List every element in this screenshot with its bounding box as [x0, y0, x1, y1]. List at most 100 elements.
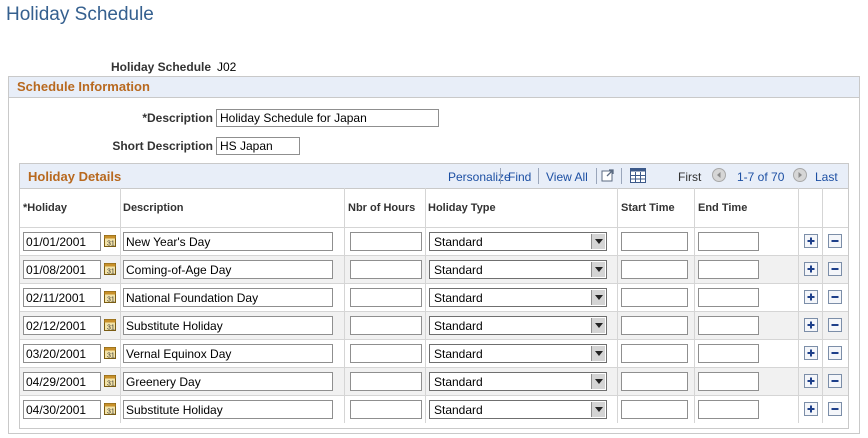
holiday-date-field[interactable]	[23, 400, 101, 419]
calendar-icon[interactable]: 31	[104, 234, 116, 248]
description-cell-field[interactable]	[123, 316, 333, 335]
column-header-end-time[interactable]: End Time	[698, 202, 747, 214]
holiday-type-select[interactable]: Standard	[429, 260, 607, 279]
nav-separator	[621, 168, 622, 184]
chevron-down-icon[interactable]	[591, 402, 605, 417]
end-time-field[interactable]	[698, 400, 759, 419]
chevron-down-icon[interactable]	[591, 318, 605, 333]
column-header-start-time[interactable]: Start Time	[621, 202, 675, 214]
calendar-icon[interactable]: 31	[104, 290, 116, 304]
view-all-link[interactable]: View All	[546, 170, 588, 184]
nbr-hours-field[interactable]	[350, 372, 422, 391]
plus-icon[interactable]	[804, 402, 818, 416]
minus-icon[interactable]	[828, 318, 842, 332]
chevron-down-icon[interactable]	[591, 234, 605, 249]
column-header-description[interactable]: Description	[123, 202, 184, 214]
row-divider	[694, 340, 695, 367]
start-time-field[interactable]	[621, 344, 688, 363]
column-header-holiday-type[interactable]: Holiday Type	[428, 202, 496, 214]
plus-icon[interactable]	[804, 374, 818, 388]
holiday-type-select[interactable]: Standard	[429, 372, 607, 391]
zoom-icon[interactable]	[601, 168, 615, 187]
nbr-hours-field[interactable]	[350, 232, 422, 251]
description-field[interactable]	[216, 109, 439, 127]
holiday-type-select[interactable]: Standard	[429, 288, 607, 307]
nbr-hours-field[interactable]	[350, 344, 422, 363]
minus-icon[interactable]	[828, 346, 842, 360]
holiday-date-field[interactable]	[23, 344, 101, 363]
holiday-type-select[interactable]: Standard	[429, 400, 607, 419]
end-time-field[interactable]	[698, 288, 759, 307]
holiday-type-value: Standard	[434, 291, 483, 305]
end-time-field[interactable]	[698, 344, 759, 363]
chevron-down-icon[interactable]	[591, 346, 605, 361]
column-divider	[344, 188, 345, 228]
column-divider	[694, 188, 695, 228]
nbr-hours-field[interactable]	[350, 288, 422, 307]
nbr-hours-field[interactable]	[350, 316, 422, 335]
plus-icon[interactable]	[804, 318, 818, 332]
end-time-field[interactable]	[698, 372, 759, 391]
description-cell-field[interactable]	[123, 260, 333, 279]
calendar-icon[interactable]: 31	[104, 402, 116, 416]
plus-icon[interactable]	[804, 262, 818, 276]
calendar-icon[interactable]: 31	[104, 318, 116, 332]
row-divider	[120, 368, 121, 395]
start-time-field[interactable]	[621, 288, 688, 307]
calendar-icon[interactable]: 31	[104, 262, 116, 276]
chevron-down-icon[interactable]	[591, 262, 605, 277]
holiday-type-select[interactable]: Standard	[429, 232, 607, 251]
plus-icon[interactable]	[804, 346, 818, 360]
row-divider	[425, 368, 426, 395]
holiday-type-value: Standard	[434, 375, 483, 389]
description-cell-field[interactable]	[123, 232, 333, 251]
left-arrow-icon[interactable]	[712, 168, 726, 182]
minus-icon[interactable]	[828, 402, 842, 416]
plus-icon[interactable]	[804, 234, 818, 248]
end-time-field[interactable]	[698, 260, 759, 279]
holiday-date-field[interactable]	[23, 316, 101, 335]
personalize-link[interactable]: Personalize	[448, 170, 511, 184]
column-header-holiday[interactable]: *Holiday	[23, 202, 67, 214]
last-link[interactable]: Last	[815, 170, 838, 184]
end-time-field[interactable]	[698, 232, 759, 251]
calendar-icon[interactable]: 31	[104, 346, 116, 360]
description-cell-field[interactable]	[123, 344, 333, 363]
spreadsheet-icon[interactable]	[630, 168, 646, 188]
description-cell-field[interactable]	[123, 400, 333, 419]
nbr-hours-field[interactable]	[350, 260, 422, 279]
column-header-nbr-hours[interactable]: Nbr of Hours	[348, 202, 415, 214]
holiday-date-field[interactable]	[23, 288, 101, 307]
start-time-field[interactable]	[621, 372, 688, 391]
description-cell-field[interactable]	[123, 288, 333, 307]
find-link[interactable]: Find	[508, 170, 531, 184]
minus-icon[interactable]	[828, 290, 842, 304]
start-time-field[interactable]	[621, 400, 688, 419]
end-time-field[interactable]	[698, 316, 759, 335]
holiday-date-field[interactable]	[23, 372, 101, 391]
start-time-field[interactable]	[621, 316, 688, 335]
svg-text:31: 31	[107, 353, 115, 360]
holiday-date-field[interactable]	[23, 232, 101, 251]
row-divider	[798, 228, 799, 255]
chevron-down-icon[interactable]	[591, 374, 605, 389]
minus-icon[interactable]	[828, 262, 842, 276]
row-divider	[694, 256, 695, 283]
nbr-hours-field[interactable]	[350, 400, 422, 419]
table-row: 31 Standard	[20, 311, 848, 339]
start-time-field[interactable]	[621, 260, 688, 279]
minus-icon[interactable]	[828, 374, 842, 388]
holiday-type-select[interactable]: Standard	[429, 344, 607, 363]
description-cell-field[interactable]	[123, 372, 333, 391]
first-label[interactable]: First	[678, 170, 701, 184]
right-arrow-icon[interactable]	[793, 168, 807, 182]
start-time-field[interactable]	[621, 232, 688, 251]
holiday-date-field[interactable]	[23, 260, 101, 279]
holiday-type-select[interactable]: Standard	[429, 316, 607, 335]
short-description-field[interactable]	[216, 137, 300, 155]
chevron-down-icon[interactable]	[591, 290, 605, 305]
svg-text:31: 31	[107, 409, 115, 416]
calendar-icon[interactable]: 31	[104, 374, 116, 388]
minus-icon[interactable]	[828, 234, 842, 248]
plus-icon[interactable]	[804, 290, 818, 304]
